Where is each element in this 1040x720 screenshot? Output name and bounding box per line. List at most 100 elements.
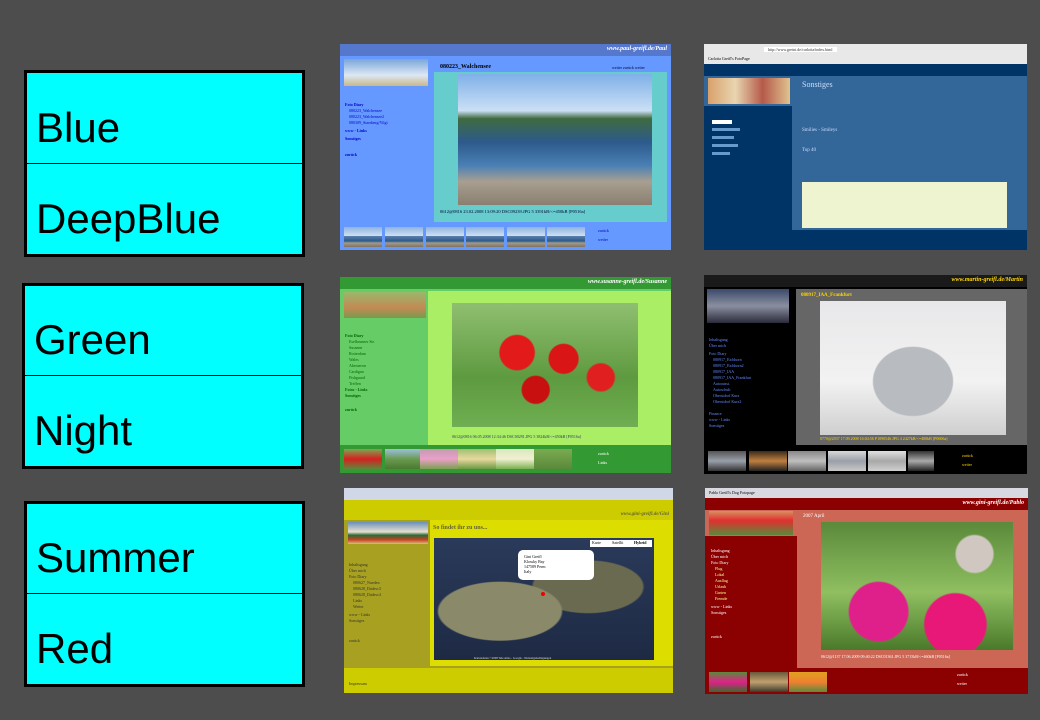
night-menu-13[interactable]: Sonstiges (709, 423, 724, 429)
theme-label-blue: Blue (27, 73, 302, 164)
green-menu-10[interactable]: Sonstiges (345, 393, 361, 399)
green-main-photo (452, 303, 638, 427)
blue-bottom-link-back[interactable]: zurück (598, 228, 609, 234)
deepblue-header (704, 64, 1027, 76)
blue-site-url: www.paul-greifl.de/Paul (606, 46, 667, 52)
night-menu-1[interactable]: Über mich (709, 343, 726, 349)
blue-thumbnail[interactable] (426, 227, 464, 247)
theme-name-blue: Blue (36, 103, 121, 151)
blue-theme-screenshot: www.paul-greifl.de/Paul 080223_Walchense… (340, 44, 671, 250)
summer-footer-link[interactable]: Impressum (349, 681, 367, 687)
summer-menu-9[interactable]: Sonstiges (349, 618, 364, 624)
night-thumbnail[interactable] (749, 451, 787, 471)
red-site-url: www.gini-greifl.de/Pablo (962, 500, 1024, 506)
deepblue-subheading-2: Top 40 (802, 148, 816, 153)
summer-balloon-line-3: Italy (524, 569, 532, 574)
deepblue-nav-item[interactable] (712, 152, 730, 155)
deepblue-browser-tab[interactable]: Carlotta Greifl's FotoPage (708, 56, 750, 61)
summer-map-button-hybrid[interactable]: Hybrid (634, 540, 646, 546)
green-thumbnail[interactable] (534, 449, 572, 469)
theme-name-deepblue: DeepBlue (36, 195, 221, 242)
blue-thumbnail[interactable] (466, 227, 504, 247)
theme-label-summer: Summer (27, 504, 302, 594)
summer-menu-7[interactable]: Wetter (353, 604, 364, 610)
red-menu-11[interactable]: zurück (711, 634, 722, 640)
green-bottom-link-back[interactable]: zurück (598, 451, 609, 457)
theme-label-green: Green (25, 286, 301, 376)
green-logo-image (344, 292, 426, 318)
night-theme-screenshot: www.martin-greifl.de/Martin 080917_IAA_F… (704, 275, 1027, 474)
summer-heading: So findet ihr zu uns... (433, 525, 488, 531)
night-photo-title: 080917_IAA_Frankfurt (801, 293, 852, 298)
blue-thumbnail[interactable] (344, 227, 382, 247)
green-thumbnail[interactable] (344, 449, 382, 469)
summer-map-footer: Kartendaten ©2008 Tele Atlas - Google - … (474, 656, 552, 660)
summer-footer-bar (344, 668, 673, 693)
red-browser-tab[interactable]: Pablo Greifl's Dog Fotopage (709, 490, 755, 495)
red-thumbnail[interactable] (789, 672, 827, 692)
green-thumbnail[interactable] (385, 449, 423, 469)
summer-map-button-satellit[interactable]: Satellit (612, 540, 623, 546)
summer-header-bar (344, 500, 673, 520)
deepblue-heading: Sonstiges (802, 80, 833, 89)
blue-menu-4[interactable]: www - Links (345, 128, 367, 134)
red-theme-screenshot: Pablo Greifl's Dog Fotopage www.gini-gre… (705, 488, 1028, 694)
night-site-url: www.martin-greifl.de/Martin (951, 277, 1023, 283)
summer-theme-screenshot: www.gini-greifl.de/Gini So findet ihr zu… (344, 488, 673, 693)
red-logo-image (709, 511, 793, 535)
red-thumbnail[interactable] (709, 672, 747, 692)
summer-menu-10[interactable]: zurück (349, 638, 360, 644)
green-menu-11[interactable]: zurück (345, 407, 357, 413)
deepblue-browser-chrome (704, 44, 1027, 64)
red-bottom-link-next[interactable]: weiter (957, 681, 967, 687)
red-menu-10[interactable]: Sonstiges (711, 610, 726, 616)
blue-menu-3[interactable]: 080309_Starnberg/Vilgi (349, 120, 388, 126)
night-thumbnail[interactable] (868, 451, 906, 471)
night-thumbnail[interactable] (788, 451, 826, 471)
night-thumbnail[interactable] (708, 451, 746, 471)
night-menu-10[interactable]: Oberstdorf Kurz2 (713, 399, 741, 405)
blue-thumbnail[interactable] (385, 227, 423, 247)
deepblue-nav-item[interactable] (712, 128, 740, 131)
theme-label-red: Red (27, 594, 302, 684)
theme-name-red: Red (36, 625, 114, 672)
red-menu-8[interactable]: Fremde (715, 596, 727, 602)
summer-browser-chrome (344, 488, 673, 500)
red-thumbnail[interactable] (750, 672, 788, 692)
deepblue-browser-url[interactable]: http://www.greini.de/carlotta/index.html (764, 47, 837, 52)
theme-label-box-1: Blue DeepBlue (24, 70, 305, 257)
deepblue-logo-image (708, 78, 790, 104)
green-site-url: www.susanne-greifl.de/Susanne (587, 279, 667, 285)
blue-bottom-link-next[interactable]: weiter (598, 237, 608, 243)
night-bottom-link-back[interactable]: zurück (962, 453, 973, 459)
theme-label-box-3: Summer Red (24, 501, 305, 687)
red-photo-title: 2007 April (803, 514, 825, 519)
deepblue-nav-item[interactable] (712, 144, 738, 147)
blue-nav-links[interactable]: weiter zurück weiter (612, 65, 645, 70)
blue-photo-caption: 0612@0816 23.02.2008 13:09:20 DSC09239.J… (440, 209, 586, 214)
blue-menu-6[interactable]: zurück (345, 152, 357, 158)
night-main-photo (820, 301, 1006, 435)
night-thumbnail[interactable] (908, 451, 934, 471)
green-thumbnail[interactable] (420, 449, 458, 469)
night-thumbnail[interactable] (828, 451, 866, 471)
blue-thumbnail[interactable] (507, 227, 545, 247)
night-photo-caption: 0770@2037 17.09.2008 16:04:56 P1090546.J… (820, 436, 948, 441)
red-bottom-link-back[interactable]: zurück (957, 672, 968, 678)
deepblue-subheading: Smilies - Smileys (802, 128, 838, 133)
deepblue-footer (704, 230, 1027, 250)
green-theme-screenshot: www.susanne-greifl.de/Susanne 0612@0816 … (340, 277, 671, 473)
blue-logo-image (344, 59, 428, 86)
summer-map-button-karte[interactable]: Karte (592, 540, 601, 546)
deepblue-nav-item[interactable] (712, 136, 734, 139)
green-thumbnail[interactable] (458, 449, 496, 469)
green-thumbnail[interactable] (496, 449, 534, 469)
blue-thumbnail[interactable] (547, 227, 585, 247)
night-bottom-link-next[interactable]: weiter (962, 462, 972, 468)
blue-menu-5[interactable]: Sonstiges (345, 136, 361, 142)
green-photo-caption: 0612@0816 06.05.2008 12:34:46 DSC00291.J… (452, 434, 581, 439)
green-bottom-link-links[interactable]: Links (598, 460, 607, 466)
deepblue-nav-item[interactable] (712, 120, 732, 124)
night-logo-image (707, 289, 789, 323)
summer-map-marker-icon[interactable] (541, 592, 545, 596)
